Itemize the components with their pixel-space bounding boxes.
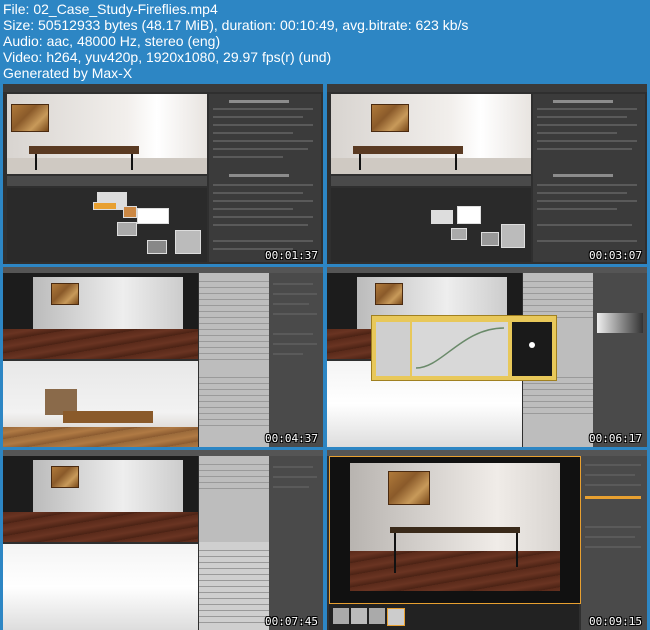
table xyxy=(390,527,520,533)
properties-panel xyxy=(533,94,645,262)
map-painting xyxy=(388,471,430,505)
map-painting xyxy=(371,104,409,132)
generator-line: Generated by Max-X xyxy=(3,65,133,81)
preview-swatch xyxy=(512,322,552,376)
timestamp: 00:01:37 xyxy=(265,249,318,262)
map-painting xyxy=(375,283,403,305)
node-graph xyxy=(7,188,207,262)
render-viewport xyxy=(3,456,198,542)
info-header: File: 02_Case_Study-Fireflies.mp4 Size: … xyxy=(0,0,650,82)
timestamp: 00:03:07 xyxy=(589,249,642,262)
scene-outliner xyxy=(199,273,269,447)
thumbnail-2[interactable]: 00:03:07 xyxy=(327,84,647,264)
timeline-bar[interactable] xyxy=(7,176,207,186)
table xyxy=(353,146,463,154)
curve-graph[interactable] xyxy=(412,322,508,376)
timestamp: 00:04:37 xyxy=(265,432,318,445)
curve-list xyxy=(376,322,410,376)
table xyxy=(29,146,139,154)
scene-viewport xyxy=(3,544,198,630)
timestamp: 00:07:45 xyxy=(265,615,318,628)
map-painting xyxy=(11,104,49,132)
size-line: Size: 50512933 bytes (48.17 MiB), durati… xyxy=(3,17,469,33)
file-name-line: File: 02_Case_Study-Fireflies.mp4 xyxy=(3,1,218,17)
render-viewport xyxy=(331,94,531,174)
properties-panel xyxy=(581,456,647,630)
audio-line: Audio: aac, 48000 Hz, stereo (eng) xyxy=(3,33,221,49)
map-painting xyxy=(51,283,79,305)
menu-bar xyxy=(3,84,323,92)
properties-panel xyxy=(269,456,323,630)
menu-bar xyxy=(327,84,647,92)
thumbnail-4[interactable]: 00:06:17 xyxy=(327,267,647,447)
timestamp: 00:09:15 xyxy=(589,615,642,628)
thumbnail-3[interactable]: 00:04:37 xyxy=(3,267,323,447)
render-viewport xyxy=(7,94,207,174)
graph-editor-window[interactable] xyxy=(371,315,557,381)
scene-viewport xyxy=(3,361,198,447)
render-view xyxy=(329,456,581,604)
video-line: Video: h264, yuv420p, 1920x1080, 29.97 f… xyxy=(3,49,332,65)
properties-panel xyxy=(593,273,647,447)
thumbnail-5[interactable]: 00:07:45 xyxy=(3,450,323,630)
thumbnail-6[interactable]: 00:09:15 xyxy=(327,450,647,630)
thumbnail-1[interactable]: 00:01:37 xyxy=(3,84,323,264)
render-history-strip[interactable] xyxy=(329,604,579,630)
map-painting xyxy=(51,466,79,488)
timeline-bar[interactable] xyxy=(331,176,531,186)
properties-panel xyxy=(269,273,323,447)
node-graph xyxy=(331,188,531,262)
render-viewport xyxy=(3,273,198,359)
timestamp: 00:06:17 xyxy=(589,432,642,445)
attribute-editor xyxy=(199,542,269,630)
properties-panel xyxy=(209,94,321,262)
table xyxy=(63,411,153,423)
